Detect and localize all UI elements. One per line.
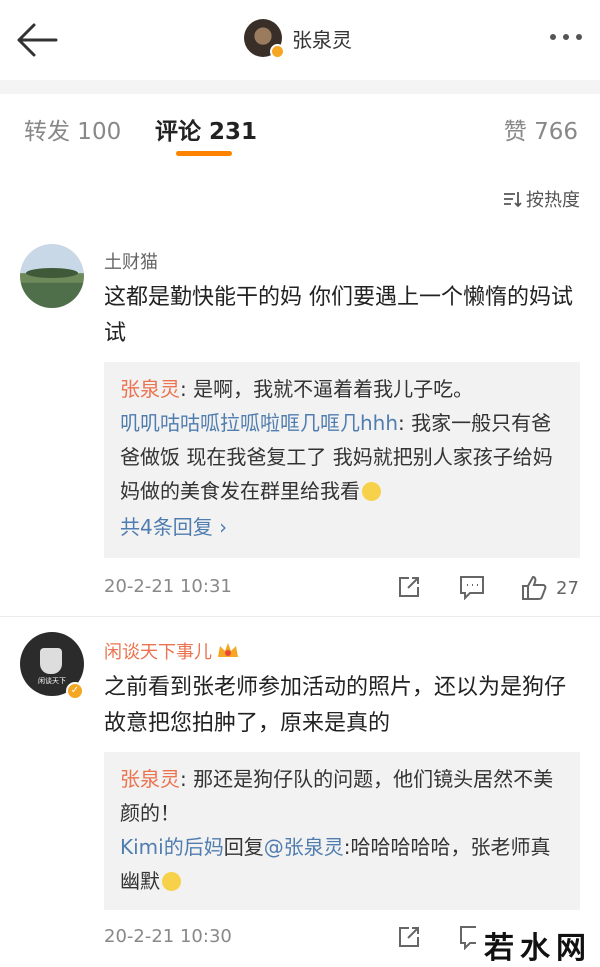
verified-badge-icon — [270, 44, 285, 59]
reply-line: 叽叽咕咕呱拉呱啦哐几哐几hhh: 我家一般只有爸爸做饭 现在我爸复工了 我妈就把… — [120, 406, 564, 508]
reply-line: 张泉灵: 那还是狗仔队的问题，他们镜头居然不美颜的！ — [120, 762, 564, 830]
reply-author[interactable]: 张泉灵 — [120, 377, 180, 401]
like-count: 27 — [556, 577, 579, 599]
emoji-icon — [362, 482, 381, 501]
emoji-icon — [162, 872, 181, 891]
commenter-avatar[interactable] — [20, 244, 84, 308]
reply-box[interactable]: 张泉灵: 是啊，我就不逼着着我儿子吃。 叽叽咕咕呱拉呱啦哐几哐几hhh: 我家一… — [104, 362, 580, 558]
tab-comments[interactable]: 评论 231 — [155, 112, 257, 146]
tab-reposts[interactable]: 转发 100 — [24, 112, 121, 146]
reply-text: : 那还是狗仔队的问题，他们镜头居然不美颜的！ — [120, 767, 554, 825]
reply-mention[interactable]: @张泉灵 — [264, 835, 344, 859]
commenter-name-text: 闲谈天下事儿 — [104, 642, 212, 663]
tab-likes[interactable]: 赞 766 — [504, 112, 578, 146]
reply-author[interactable]: 叽叽咕咕呱拉呱啦哐几哐几hhh — [120, 411, 398, 435]
section-gap — [0, 80, 600, 94]
commenter-name[interactable]: 土财猫 — [104, 248, 158, 274]
verified-badge-icon: ✓ — [66, 682, 84, 700]
reply-line: Kimi的后妈回复@张泉灵:哈哈哈哈哈，张老师真幽默 — [120, 830, 564, 898]
more-dots-icon[interactable] — [550, 34, 582, 40]
sort-label: 按热度 — [526, 190, 580, 211]
author-name[interactable]: 张泉灵 — [292, 24, 352, 53]
reply-verb: 回复 — [223, 835, 264, 859]
comment-divider — [0, 616, 600, 617]
sort-button[interactable]: 按热度 — [502, 186, 580, 212]
crown-icon — [216, 641, 240, 666]
sort-icon — [504, 192, 522, 208]
more-replies-link[interactable]: 共4条回复 › — [120, 510, 564, 544]
commenter-name[interactable]: 闲谈天下事儿 — [104, 638, 240, 666]
reply-text: : 是啊，我就不逼着着我儿子吃。 — [180, 377, 474, 401]
reply-box[interactable]: 张泉灵: 那还是狗仔队的问题，他们镜头居然不美颜的！ Kimi的后妈回复@张泉灵… — [104, 752, 580, 910]
author-avatar[interactable] — [244, 19, 285, 59]
active-tab-indicator — [176, 151, 232, 156]
reply-author[interactable]: 张泉灵 — [120, 767, 180, 791]
top-bar: 张泉灵 — [0, 0, 600, 80]
like-button[interactable]: 27 — [520, 574, 579, 602]
reply-line: 张泉灵: 是啊，我就不逼着着我儿子吃。 — [120, 372, 564, 406]
comment-meta: 20-2-21 10:31 27 — [104, 574, 580, 604]
comment-text: 这都是勤快能干的妈 你们要遇上一个懒惰的妈试试 — [104, 285, 573, 346]
reply-author[interactable]: Kimi的后妈 — [120, 835, 224, 859]
back-arrow-icon[interactable] — [14, 20, 60, 60]
comment-time: 20-2-21 10:31 — [104, 576, 232, 597]
comment-time: 20-2-21 10:30 — [104, 926, 232, 947]
share-icon[interactable] — [396, 924, 422, 954]
tab-bar: 转发 100 评论 231 赞 766 — [0, 94, 600, 162]
site-watermark: 若水网 — [476, 922, 600, 967]
like-icon — [522, 575, 547, 600]
avatar-figure — [40, 648, 62, 674]
share-icon[interactable] — [396, 574, 422, 604]
post-author[interactable]: 张泉灵 — [244, 18, 352, 59]
comment-text: 之前看到张老师参加活动的照片，还以为是狗仔故意把您拍肿了，原来是真的 — [104, 675, 567, 736]
